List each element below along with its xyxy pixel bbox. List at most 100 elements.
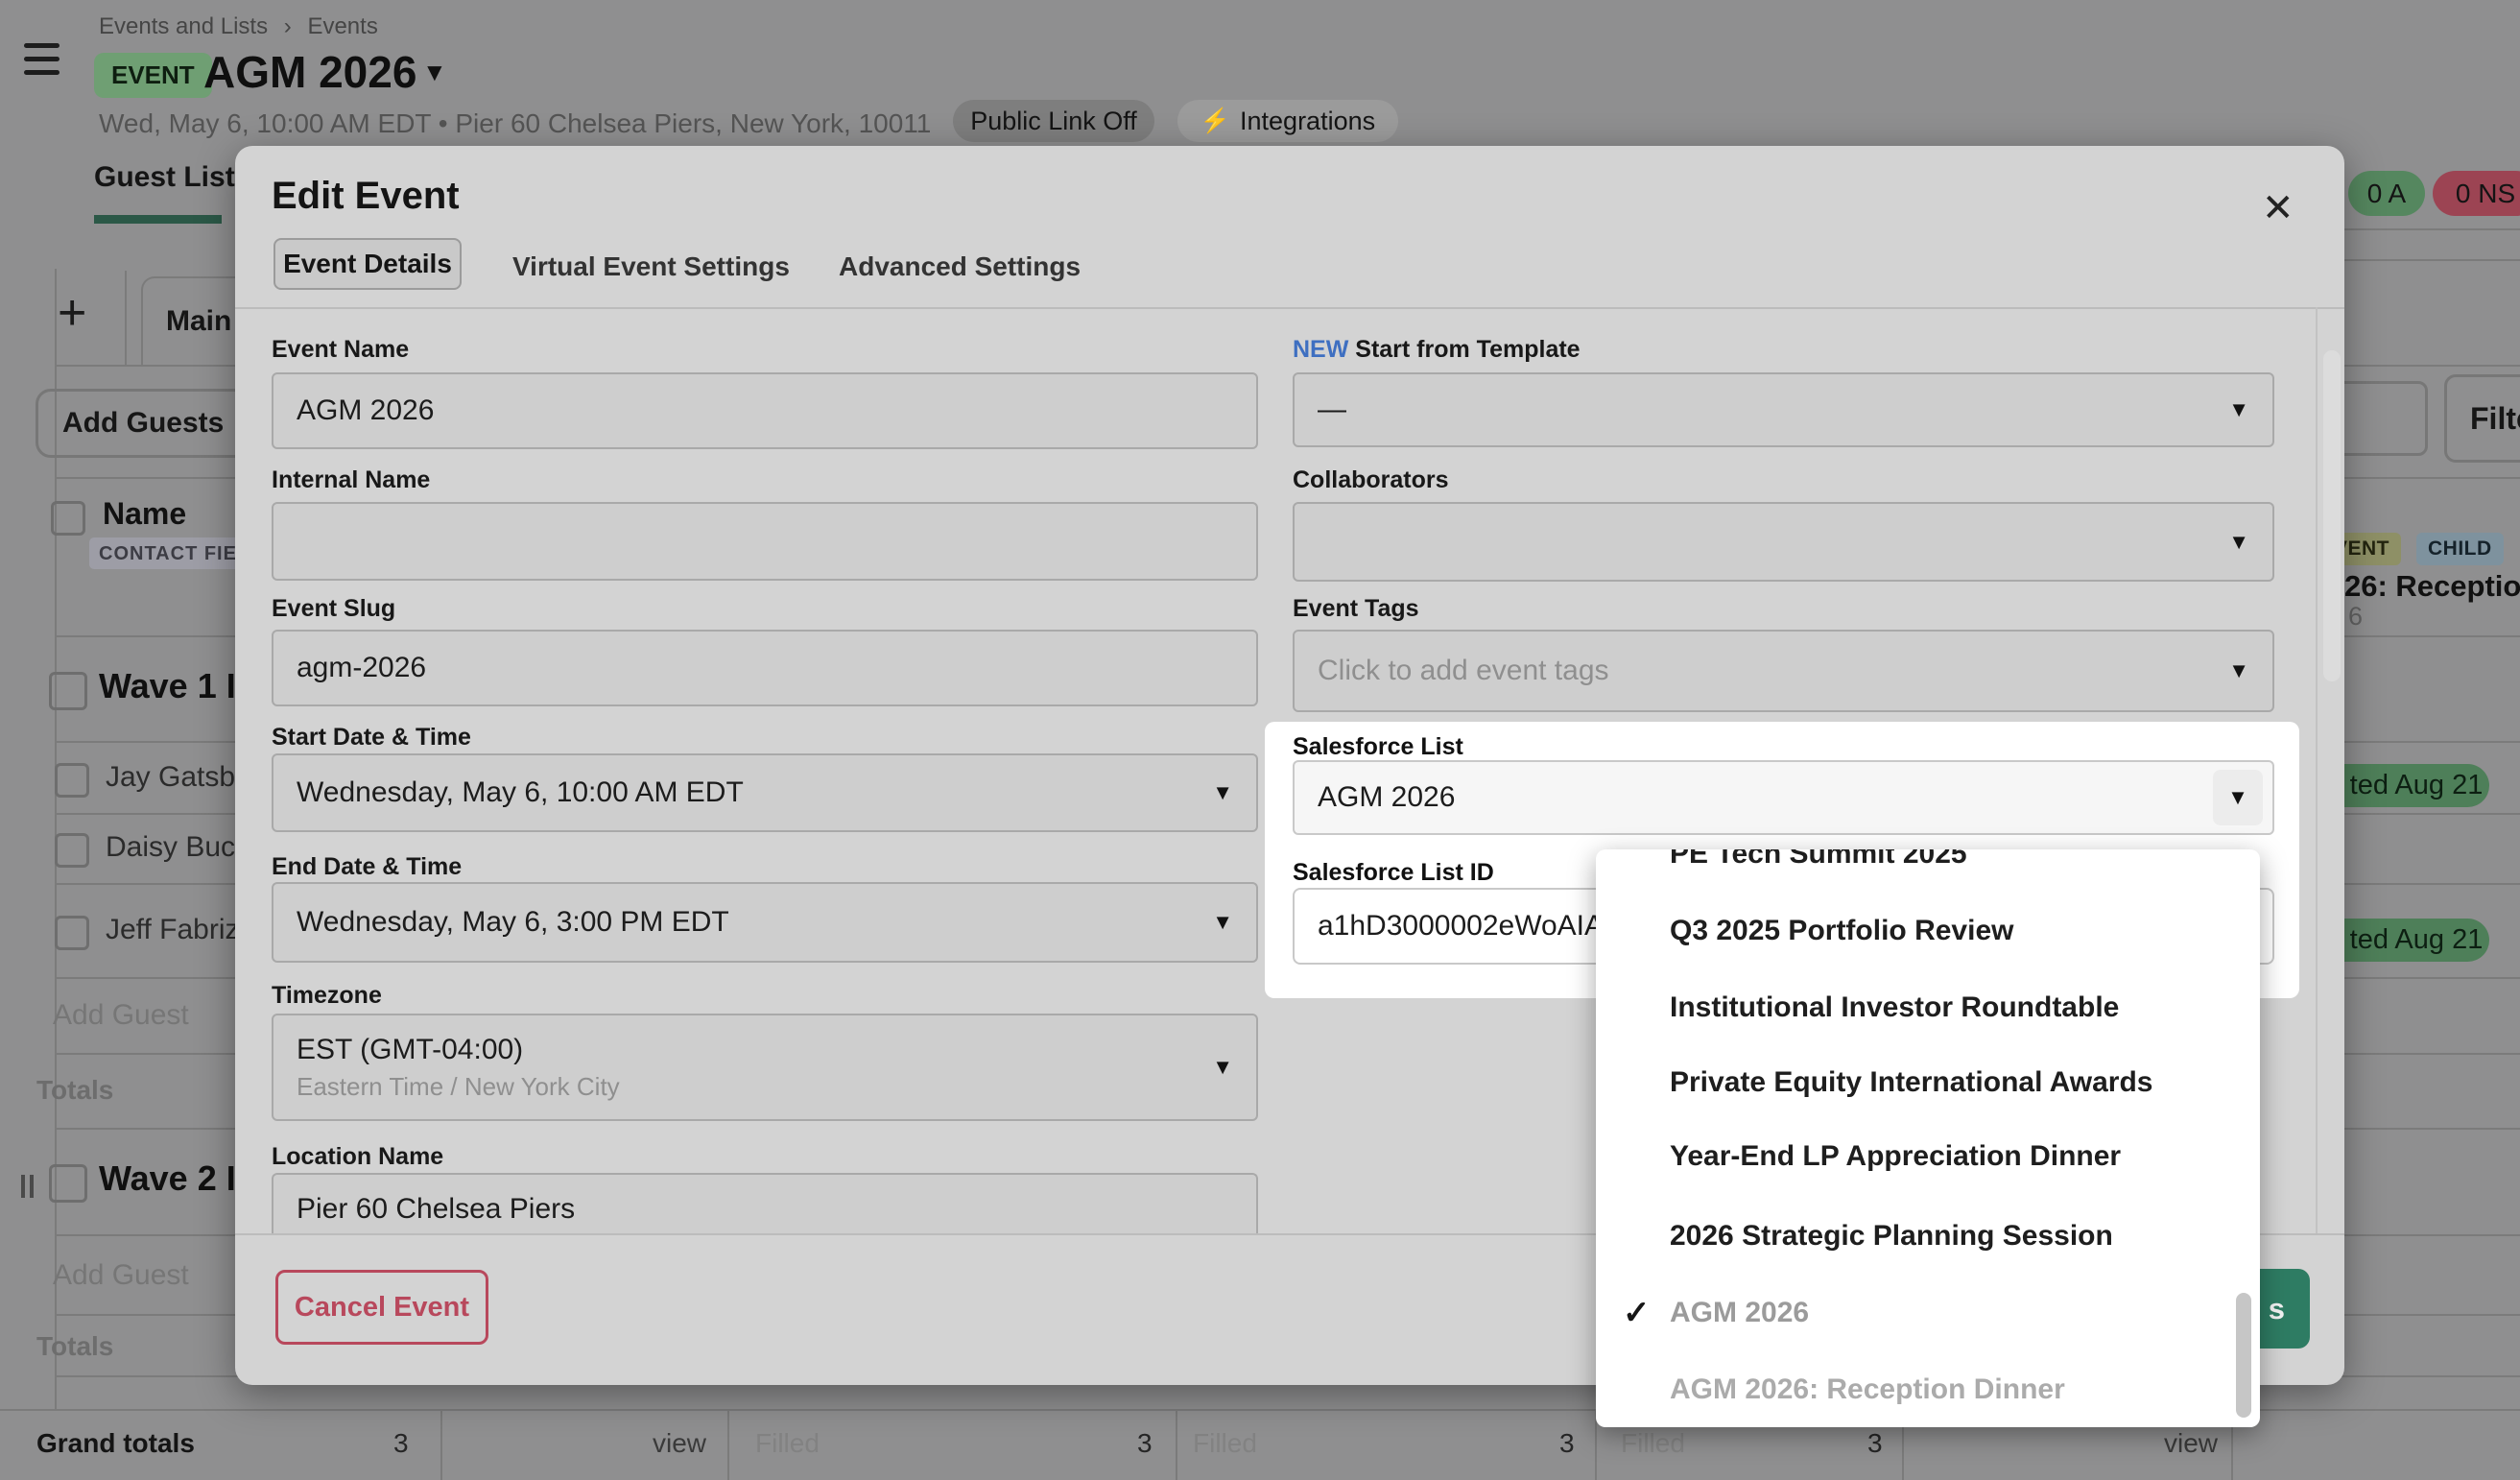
chevron-down-icon: ▼ <box>1212 1055 1233 1080</box>
field-label: Event Tags <box>1293 595 1419 623</box>
child-event-sub: 6 <box>2348 602 2363 632</box>
group-row-label[interactable]: Wave 2 In <box>99 1158 257 1199</box>
filled-value: 3 <box>1137 1428 1153 1459</box>
salesforce-list-dropdown: PE Tech Summit 2025 Q3 2025 Portfolio Re… <box>1596 849 2260 1427</box>
scrollbar-track <box>2316 307 2318 1233</box>
end-datetime-select[interactable]: Wednesday, May 6, 3:00 PM EDT ▼ <box>272 882 1258 963</box>
breadcrumb: Events and Lists › Events <box>99 13 378 40</box>
field-label: Timezone <box>272 982 382 1010</box>
app-root: Events and Lists › Events EVENT AGM 2026… <box>0 0 2520 1480</box>
guest-name[interactable]: Jeff Fabriz <box>106 914 240 946</box>
group-row-label[interactable]: Wave 1 In <box>99 666 257 706</box>
tab-virtual-event-settings[interactable]: Virtual Event Settings <box>512 251 790 282</box>
event-type-badge: EVENT <box>94 53 212 98</box>
start-from-template-select[interactable]: — ▼ <box>1293 372 2274 447</box>
add-guest-row[interactable]: Add Guest <box>53 1259 189 1292</box>
grand-totals-label: Grand totals <box>36 1428 195 1459</box>
dropdown-option[interactable]: Institutional Investor Roundtable <box>1596 974 2260 1041</box>
tab-guest-list[interactable]: Guest List <box>94 161 235 194</box>
filter-button[interactable]: Filte <box>2444 374 2520 463</box>
dropdown-scrollbar-thumb[interactable] <box>2236 1293 2251 1418</box>
breadcrumb-item[interactable]: Events <box>307 13 377 39</box>
drag-handle-icon[interactable] <box>21 1175 25 1198</box>
cancel-event-button[interactable]: Cancel Event <box>275 1270 488 1345</box>
field-label: Collaborators <box>1293 466 1449 494</box>
field-label: Salesforce List <box>1293 733 1463 761</box>
salesforce-list-select[interactable]: AGM 2026 ▼ <box>1293 760 2274 835</box>
row-checkbox[interactable] <box>55 763 89 798</box>
tab-event-details[interactable]: Event Details <box>273 238 462 290</box>
chevron-down-icon: ▼ <box>2228 397 2249 422</box>
internal-name-input[interactable] <box>272 502 1258 581</box>
close-icon[interactable]: ✕ <box>2262 186 2294 230</box>
dropdown-option[interactable]: Year-End LP Appreciation Dinner <box>1596 1123 2260 1190</box>
tab-active-underline <box>94 215 222 224</box>
filled-label: Filled <box>1621 1428 1685 1459</box>
new-badge: NEW <box>1293 336 1348 363</box>
integrations-button[interactable]: ⚡ Integrations <box>1177 100 1398 142</box>
grand-total-value: 3 <box>393 1428 409 1459</box>
field-label: Event Slug <box>272 595 395 623</box>
chevron-down-icon: ▼ <box>1212 910 1233 935</box>
start-datetime-select[interactable]: Wednesday, May 6, 10:00 AM EDT ▼ <box>272 753 1258 832</box>
field-label: Start from Template <box>1355 336 1580 363</box>
guest-name[interactable]: Daisy Buch <box>106 831 251 864</box>
drag-handle-icon[interactable] <box>30 1175 34 1198</box>
field-label: Start Date & Time <box>272 724 471 752</box>
child-badge: CHILD <box>2416 533 2504 565</box>
select-all-checkbox[interactable] <box>51 501 85 536</box>
filled-value: 3 <box>1867 1428 1883 1459</box>
select-caret-button[interactable]: ▼ <box>2213 770 2263 825</box>
view-link[interactable]: view <box>653 1428 706 1459</box>
row-checkbox[interactable] <box>55 916 89 950</box>
checkmark-icon: ✓ <box>1623 1294 1651 1332</box>
title-caret-icon[interactable]: ▼ <box>422 58 447 87</box>
dropdown-option[interactable]: Q3 2025 Portfolio Review <box>1596 897 2260 965</box>
timezone-select[interactable]: EST (GMT-04:00) Eastern Time / New York … <box>272 1014 1258 1121</box>
field-label: Internal Name <box>272 466 430 494</box>
group-checkbox[interactable] <box>49 672 87 710</box>
add-sheet-tab-button[interactable]: + <box>58 284 86 342</box>
scrollbar-thumb[interactable] <box>2323 350 2341 681</box>
totals-row-label: Totals <box>36 1331 113 1362</box>
no-show-count-badge: 0 NS <box>2433 171 2520 216</box>
view-link[interactable]: view <box>2164 1428 2218 1459</box>
dropdown-option[interactable]: PE Tech Summit 2025 <box>1596 849 2260 888</box>
filled-label: Filled <box>755 1428 820 1459</box>
placeholder-text: Click to add event tags <box>1318 655 1609 687</box>
event-name-input[interactable]: AGM 2026 <box>272 372 1258 449</box>
tabs-divider <box>235 307 2344 309</box>
guest-name[interactable]: Jay Gatsby <box>106 761 250 794</box>
breadcrumb-item[interactable]: Events and Lists <box>99 13 268 39</box>
add-guests-button[interactable]: Add Guests <box>36 389 250 458</box>
chevron-down-icon: ▼ <box>2228 530 2249 555</box>
public-link-toggle-button[interactable]: Public Link Off <box>953 100 1154 142</box>
collaborators-select[interactable]: ▼ <box>1293 502 2274 582</box>
group-checkbox[interactable] <box>49 1164 87 1203</box>
location-name-input[interactable]: Pier 60 Chelsea Piers <box>272 1173 1258 1233</box>
chevron-down-icon: ▼ <box>2227 785 2248 810</box>
modal-title: Edit Event <box>272 175 460 218</box>
timezone-subtext: Eastern Time / New York City <box>297 1072 620 1102</box>
dropdown-option[interactable]: Private Equity International Awards <box>1596 1049 2260 1116</box>
totals-row-label: Totals <box>36 1075 113 1106</box>
dropdown-option-disabled[interactable]: AGM 2026: Reception Dinner <box>1596 1356 2260 1423</box>
chevron-down-icon: ▼ <box>2228 658 2249 683</box>
field-label: Event Name <box>272 336 409 364</box>
field-label: End Date & Time <box>272 853 462 881</box>
filled-label: Filled <box>1193 1428 1257 1459</box>
field-label: Location Name <box>272 1143 443 1171</box>
tab-advanced-settings[interactable]: Advanced Settings <box>839 251 1081 282</box>
contact-field-badge: CONTACT FIELD <box>89 537 252 569</box>
child-event-title: 26: Reception Di <box>2344 569 2520 604</box>
chevron-down-icon: ▼ <box>1212 780 1233 805</box>
row-checkbox[interactable] <box>55 833 89 868</box>
dropdown-option[interactable]: 2026 Strategic Planning Session <box>1596 1203 2260 1270</box>
event-tags-input[interactable]: Click to add event tags ▼ <box>1293 630 2274 712</box>
add-guest-row[interactable]: Add Guest <box>53 999 189 1032</box>
column-header-name[interactable]: Name <box>103 496 186 532</box>
lightning-bolt-icon: ⚡ <box>1201 107 1230 135</box>
dropdown-option-selected[interactable]: ✓ AGM 2026 <box>1596 1279 2260 1347</box>
event-slug-input[interactable]: agm-2026 <box>272 630 1258 706</box>
filled-value: 3 <box>1559 1428 1575 1459</box>
